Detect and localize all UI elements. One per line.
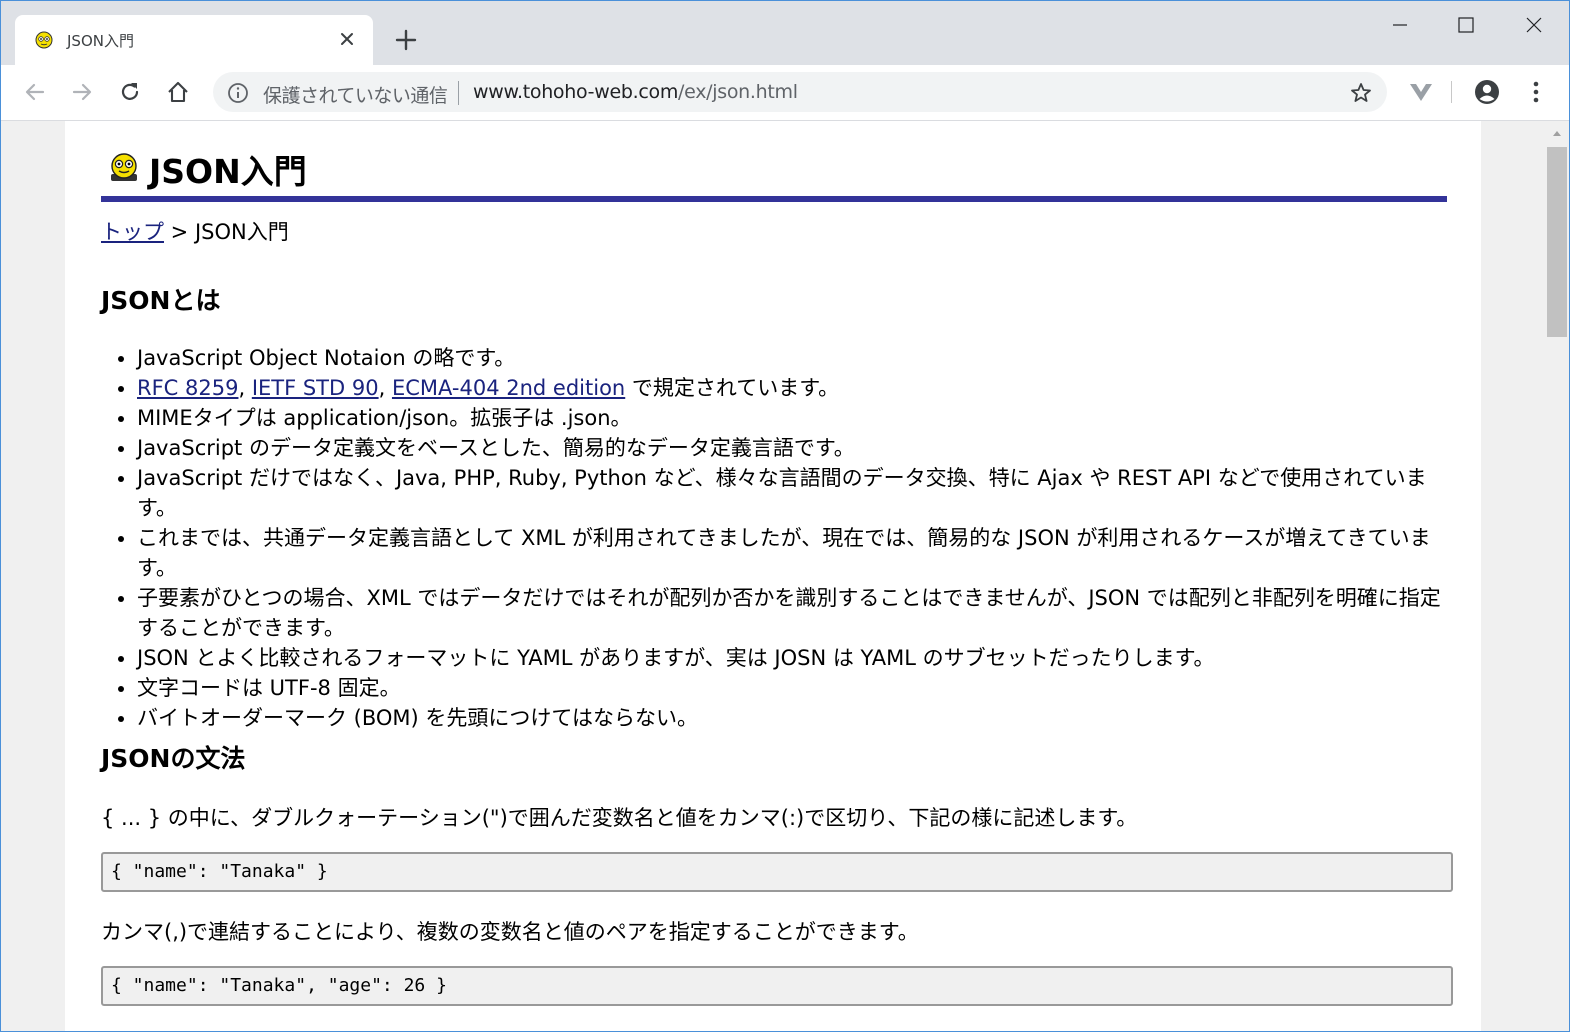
syntax-paragraph-1: { ... } の中に、ダブルクォーテーション(")で囲んだ変数名と値をカンマ(… bbox=[101, 806, 1138, 830]
breadcrumb-home-link[interactable]: トップ bbox=[101, 220, 164, 244]
breadcrumb-current: JSON入門 bbox=[194, 220, 289, 244]
bookmark-star-icon[interactable] bbox=[1349, 81, 1373, 105]
profile-avatar-icon[interactable] bbox=[1473, 78, 1501, 106]
reload-icon[interactable] bbox=[117, 79, 143, 105]
list-item: RFC 8259, IETF STD 90, ECMA-404 2nd edit… bbox=[137, 373, 1447, 403]
toolbar-divider bbox=[1451, 81, 1452, 103]
page-title: JSON入門 bbox=[149, 152, 307, 191]
syntax-paragraph-2: カンマ(,)で連結することにより、複数の変数名と値のペアを指定することができます… bbox=[101, 920, 919, 944]
json-overview-list: JavaScript Object Notaion の略です。 RFC 8259… bbox=[101, 343, 1447, 733]
tab-active[interactable]: JSON入門 bbox=[15, 15, 373, 65]
url-text[interactable]: www.tohoho-web.com/ex/json.html bbox=[473, 81, 798, 103]
scroll-up-arrow-icon[interactable] bbox=[1551, 127, 1563, 139]
list-item: JSON とよく比較されるフォーマットに YAML がありますが、実は JOSN… bbox=[137, 643, 1447, 673]
list-item: MIMEタイプは application/json。拡張子は .json。 bbox=[137, 403, 1447, 433]
breadcrumb-separator: > bbox=[164, 220, 195, 244]
scrollbar-thumb[interactable] bbox=[1547, 147, 1567, 337]
list-item: JavaScript Object Notaion の略です。 bbox=[137, 343, 1447, 373]
list-item: 文字コードは UTF-8 固定。 bbox=[137, 673, 1447, 703]
forward-arrow-icon[interactable] bbox=[69, 79, 95, 105]
tohoho-face-icon bbox=[111, 153, 137, 181]
tohoho-face-icon bbox=[35, 31, 53, 49]
kebab-menu-icon[interactable] bbox=[1525, 79, 1547, 105]
browser-window: JSON入門 保護されていない通信 www.tohoho-web.com/ex/… bbox=[0, 0, 1570, 1032]
browser-toolbar: 保護されていない通信 www.tohoho-web.com/ex/json.ht… bbox=[1, 65, 1569, 121]
title-underline bbox=[101, 196, 1447, 202]
list-item-text: で規定されています。 bbox=[625, 376, 840, 400]
rfc-8259-link[interactable]: RFC 8259 bbox=[137, 376, 238, 400]
section-heading-what-is-json: JSONとは bbox=[101, 286, 221, 315]
page-body: JSON入門 トップ > JSON入門 JSONとは JavaScript Ob… bbox=[65, 121, 1481, 1031]
url-path: /ex/json.html bbox=[678, 81, 798, 103]
vertical-scrollbar[interactable] bbox=[1545, 121, 1569, 1031]
code-example-1: { "name": "Tanaka" } bbox=[101, 852, 1453, 892]
new-tab-icon[interactable] bbox=[393, 27, 419, 53]
ietf-std-90-link[interactable]: IETF STD 90 bbox=[252, 376, 379, 400]
list-item: JavaScript のデータ定義文をベースとした、簡易的なデータ定義言語です。 bbox=[137, 433, 1447, 463]
home-icon[interactable] bbox=[165, 79, 191, 105]
tab-title: JSON入門 bbox=[67, 32, 134, 50]
maximize-icon[interactable] bbox=[1451, 11, 1481, 41]
code-example-2: { "name": "Tanaka", "age": 26 } bbox=[101, 966, 1453, 1006]
security-status-text: 保護されていない通信 bbox=[263, 85, 448, 107]
list-item-separator: , bbox=[378, 376, 392, 400]
list-item-separator: , bbox=[238, 376, 252, 400]
breadcrumb: トップ > JSON入門 bbox=[101, 216, 289, 246]
tab-strip: JSON入門 bbox=[1, 1, 1569, 65]
list-item: これまでは、共通データ定義言語として XML が利用されてきましたが、現在では、… bbox=[137, 523, 1447, 583]
url-host: www.tohoho-web.com bbox=[473, 81, 679, 103]
back-arrow-icon[interactable] bbox=[22, 79, 48, 105]
minimize-icon[interactable] bbox=[1385, 11, 1415, 41]
section-heading-json-syntax: JSONの文法 bbox=[101, 744, 246, 773]
list-item: バイトオーダーマーク (BOM) を先頭につけてはならない。 bbox=[137, 703, 1447, 733]
window-close-icon[interactable] bbox=[1519, 11, 1549, 41]
page-viewport: JSON入門 トップ > JSON入門 JSONとは JavaScript Ob… bbox=[1, 121, 1569, 1031]
info-icon[interactable] bbox=[227, 82, 249, 104]
list-item: JavaScript だけではなく、Java, PHP, Ruby, Pytho… bbox=[137, 463, 1447, 523]
close-icon[interactable] bbox=[335, 27, 359, 51]
list-item: 子要素がひとつの場合、XML ではデータだけではそれが配列か否かを識別することは… bbox=[137, 583, 1447, 643]
extension-v-icon[interactable] bbox=[1407, 78, 1435, 106]
address-bar[interactable]: 保護されていない通信 www.tohoho-web.com/ex/json.ht… bbox=[213, 72, 1387, 112]
ecma-404-link[interactable]: ECMA-404 2nd edition bbox=[392, 376, 625, 400]
omnibox-divider bbox=[458, 81, 459, 105]
